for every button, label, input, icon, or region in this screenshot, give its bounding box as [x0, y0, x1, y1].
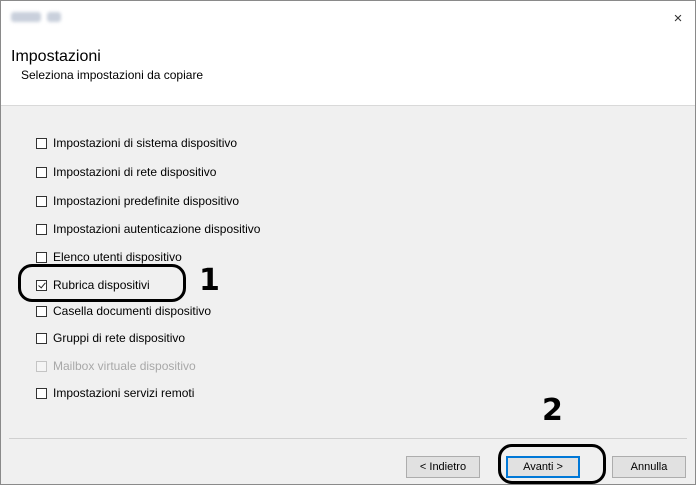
option-label: Mailbox virtuale dispositivo — [53, 359, 196, 373]
option-remote-services[interactable]: Impostazioni servizi remoti — [36, 385, 194, 401]
close-icon: × — [673, 9, 683, 27]
option-network-settings[interactable]: Impostazioni di rete dispositivo — [36, 164, 216, 180]
callout-highlight-2 — [498, 444, 606, 484]
checkbox-disabled — [36, 360, 47, 372]
close-button[interactable]: × — [661, 1, 695, 35]
checkbox[interactable] — [36, 305, 47, 317]
checkbox[interactable] — [36, 387, 47, 399]
option-virtual-mailbox: Mailbox virtuale dispositivo — [36, 358, 196, 374]
cancel-button[interactable]: Annulla — [612, 456, 686, 478]
option-authentication-settings[interactable]: Impostazioni autenticazione dispositivo — [36, 221, 260, 237]
callout-number-1: 1 — [199, 263, 220, 298]
checkbox[interactable] — [36, 137, 47, 149]
option-label: Casella documenti dispositivo — [53, 304, 212, 318]
option-system-settings[interactable]: Impostazioni di sistema dispositivo — [36, 135, 237, 151]
option-user-list[interactable]: Elenco utenti dispositivo — [36, 249, 182, 265]
option-document-box[interactable]: Casella documenti dispositivo — [36, 303, 211, 319]
option-label: Gruppi di rete dispositivo — [53, 331, 186, 345]
option-label: Impostazioni autenticazione dispositivo — [53, 222, 261, 236]
option-label: Elenco utenti dispositivo — [53, 250, 182, 264]
page-subtitle: Seleziona impostazioni da copiare — [21, 68, 204, 82]
footer-divider — [9, 438, 687, 439]
option-default-settings[interactable]: Impostazioni predefinite dispositivo — [36, 193, 239, 209]
back-button[interactable]: < Indietro — [406, 456, 480, 478]
option-label: Impostazioni di rete dispositivo — [53, 165, 217, 179]
option-label: Impostazioni servizi remoti — [53, 386, 195, 400]
option-label: Impostazioni predefinite dispositivo — [53, 194, 240, 208]
option-label: Impostazioni di sistema dispositivo — [53, 136, 238, 150]
checkbox[interactable] — [36, 332, 47, 344]
checkbox[interactable] — [36, 195, 47, 207]
wizard-header: Impostazioni Seleziona impostazioni da c… — [1, 35, 695, 106]
checkbox[interactable] — [36, 251, 47, 263]
checkbox[interactable] — [36, 223, 47, 235]
callout-highlight-1 — [18, 264, 186, 302]
callout-number-2: 2 — [542, 393, 563, 428]
window-title — [11, 12, 41, 22]
dialog-window: × Impostazioni Seleziona impostazioni da… — [0, 0, 696, 485]
window-title-tail — [47, 12, 61, 22]
title-bar: × — [1, 1, 695, 35]
page-title: Impostazioni — [11, 48, 101, 65]
checkbox[interactable] — [36, 166, 47, 178]
option-network-groups[interactable]: Gruppi di rete dispositivo — [36, 330, 185, 346]
